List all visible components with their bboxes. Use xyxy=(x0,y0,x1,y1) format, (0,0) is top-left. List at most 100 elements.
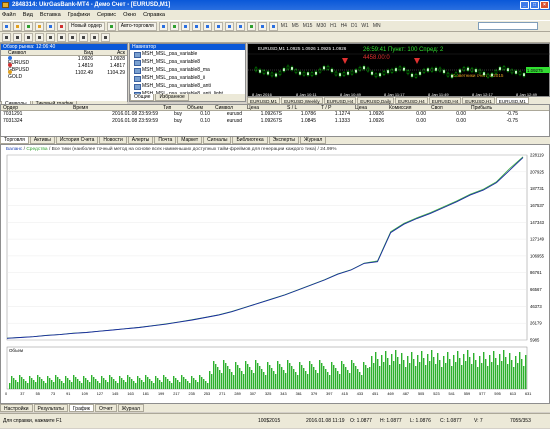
chart-tab[interactable]: EURUSD,H1 xyxy=(462,97,495,104)
new-order-button[interactable]: Новый ордер xyxy=(68,21,105,31)
chart-tab[interactable]: EURUSD,M1 xyxy=(495,97,529,104)
terminal-tab[interactable]: Библиотека xyxy=(232,137,268,144)
terminal-tab[interactable]: Почта xyxy=(154,137,177,144)
vertical-line-icon[interactable] xyxy=(24,32,33,42)
terminal-tab[interactable]: Сигналы xyxy=(203,137,232,144)
maximize-button[interactable]: □ xyxy=(530,1,539,9)
terminal-tab[interactable]: Алерты xyxy=(127,137,154,144)
indicators-icon[interactable] xyxy=(246,21,256,31)
terminal-col-header[interactable]: T / P xyxy=(319,105,353,110)
timeframe-w1[interactable]: W1 xyxy=(360,23,370,29)
bar-chart-icon[interactable] xyxy=(158,21,168,31)
menu-help[interactable]: Справка xyxy=(143,12,165,18)
profiles-icon[interactable] xyxy=(13,21,22,31)
navigator-item[interactable]: MSH_MSL_psa_variable8_ma xyxy=(130,66,245,74)
terminal-col-header[interactable]: Тип xyxy=(161,105,185,110)
menu-insert[interactable]: Вставка xyxy=(40,12,61,18)
tab-favorites[interactable]: Избранное xyxy=(155,94,189,101)
terminal-col-header[interactable]: S / L xyxy=(285,105,319,110)
tab-results[interactable]: Результаты xyxy=(33,404,68,412)
tile-windows-icon[interactable] xyxy=(213,21,223,31)
autotrading-button[interactable]: Авто-торговля xyxy=(117,21,157,31)
tab-graph[interactable]: График xyxy=(68,404,94,412)
close-button[interactable]: × xyxy=(540,1,549,9)
terminal-col-header[interactable]: Цена xyxy=(353,105,387,110)
tester-icon[interactable] xyxy=(57,21,66,31)
templates-icon[interactable] xyxy=(268,21,278,31)
tab-report[interactable]: Отчет xyxy=(94,404,117,412)
chart-tab[interactable]: EURUSD,Daily xyxy=(357,97,395,104)
order-row[interactable]: 7031324 2016.01.08 23:59:59 buy 0.10 eurusd 1… xyxy=(1,118,549,125)
col-ask[interactable]: Аск xyxy=(93,50,127,56)
chart-shift-icon[interactable] xyxy=(224,21,234,31)
terminal-tab[interactable]: Эксперты xyxy=(268,137,300,144)
timeframe-h1[interactable]: H1 xyxy=(329,23,337,29)
autoscroll-icon[interactable] xyxy=(235,21,245,31)
terminal-col-header[interactable]: Объем xyxy=(185,105,213,110)
terminal-tab[interactable]: Новости xyxy=(99,137,127,144)
terminal-tab[interactable]: Маркет xyxy=(177,137,203,144)
navigator-item[interactable]: MSH_MSL_psa_variable8_anti xyxy=(130,82,245,90)
terminal-col-header[interactable]: Своп xyxy=(429,105,469,110)
terminal-tab[interactable]: Журнал xyxy=(300,137,327,144)
timeframe-d1[interactable]: D1 xyxy=(350,23,358,29)
menu-window[interactable]: Окно xyxy=(123,12,136,18)
terminal-col-header[interactable]: Время xyxy=(71,105,161,110)
col-symbol[interactable]: Символ xyxy=(1,50,61,56)
crosshair-icon[interactable] xyxy=(13,32,22,42)
market-watch-row[interactable]: GOLD 1102.49 1104.29 xyxy=(1,70,127,80)
text-icon[interactable] xyxy=(79,32,88,42)
periods-icon[interactable] xyxy=(257,21,267,31)
chart-tab[interactable]: EURUSD,H4 xyxy=(395,97,428,104)
cursor-icon[interactable] xyxy=(2,32,11,42)
channel-icon[interactable] xyxy=(57,32,66,42)
line-chart-icon[interactable] xyxy=(180,21,190,31)
terminal-col-header[interactable]: Комиссия xyxy=(387,105,429,110)
terminal-col-header[interactable]: Цена xyxy=(245,105,285,110)
arrows-icon[interactable] xyxy=(101,32,110,42)
timeframe-mn[interactable]: MN xyxy=(372,23,382,29)
fibonacci-icon[interactable] xyxy=(68,32,77,42)
menu-charts[interactable]: Графики xyxy=(68,12,90,18)
chart-tab[interactable]: EURUSD,Weekly xyxy=(281,97,323,104)
zoom-out-icon[interactable] xyxy=(202,21,212,31)
market-watch-icon[interactable] xyxy=(24,21,33,31)
tab-common[interactable]: Общие xyxy=(130,94,155,101)
tab-journal[interactable]: Журнал xyxy=(117,404,144,412)
price-chart-canvas[interactable]: EURUSD,M1 1.0925 1.0926 1.0925 1.0926 26… xyxy=(248,44,550,98)
terminal-col-header[interactable]: Ордер xyxy=(1,105,71,110)
timeframe-m5[interactable]: M5 xyxy=(291,23,300,29)
chart-tab[interactable]: EURUSD,H4 xyxy=(323,97,357,104)
zoom-in-icon[interactable] xyxy=(191,21,201,31)
terminal-icon[interactable] xyxy=(46,21,55,31)
navigator-item[interactable]: MSH_MSL_psa_variable xyxy=(130,50,245,58)
menu-tools[interactable]: Сервис xyxy=(97,12,116,18)
candlestick-icon[interactable] xyxy=(169,21,179,31)
trendline-icon[interactable] xyxy=(46,32,55,42)
timeframe-m1[interactable]: M1 xyxy=(280,23,289,29)
market-watch-row[interactable]: GBPUSD 1.4819 1.4817 xyxy=(1,63,127,73)
terminal-col-header[interactable]: Символ xyxy=(213,105,245,110)
terminal-col-header[interactable]: Прибыль xyxy=(469,105,521,110)
new-chart-icon[interactable] xyxy=(2,21,11,31)
menu-file[interactable]: Файл xyxy=(2,12,16,18)
tab-settings[interactable]: Настройки xyxy=(0,404,33,412)
label-icon[interactable] xyxy=(90,32,99,42)
order-row[interactable]: 7031291 2016.01.08 23:59:59 buy 0.10 eurusd 1… xyxy=(1,111,549,118)
terminal-tab[interactable]: Торговля xyxy=(0,137,29,144)
search-input[interactable] xyxy=(478,22,538,30)
navigator-icon[interactable] xyxy=(35,21,44,31)
horizontal-line-icon[interactable] xyxy=(35,32,44,42)
chart-tab[interactable]: EURUSD,H4 xyxy=(428,97,462,104)
timeframe-m30[interactable]: M30 xyxy=(315,23,327,29)
minimize-button[interactable]: _ xyxy=(520,1,529,9)
metaeditor-icon[interactable] xyxy=(106,21,116,31)
price-chart[interactable]: EURUSD,M1 1.0925 1.0926 1.0925 1.0926 26… xyxy=(247,43,550,97)
timeframe-h4[interactable]: H4 xyxy=(340,23,348,29)
col-bid[interactable]: Бид xyxy=(61,50,93,56)
menu-view[interactable]: Вид xyxy=(23,12,33,18)
chart-tab[interactable]: EURUSD,M1 xyxy=(247,97,281,104)
market-watch-row[interactable]: EURUSD 1.0926 1.0928 xyxy=(1,56,127,66)
terminal-tab[interactable]: История Счета xyxy=(55,137,99,144)
timeframe-m15[interactable]: M15 xyxy=(302,23,314,29)
